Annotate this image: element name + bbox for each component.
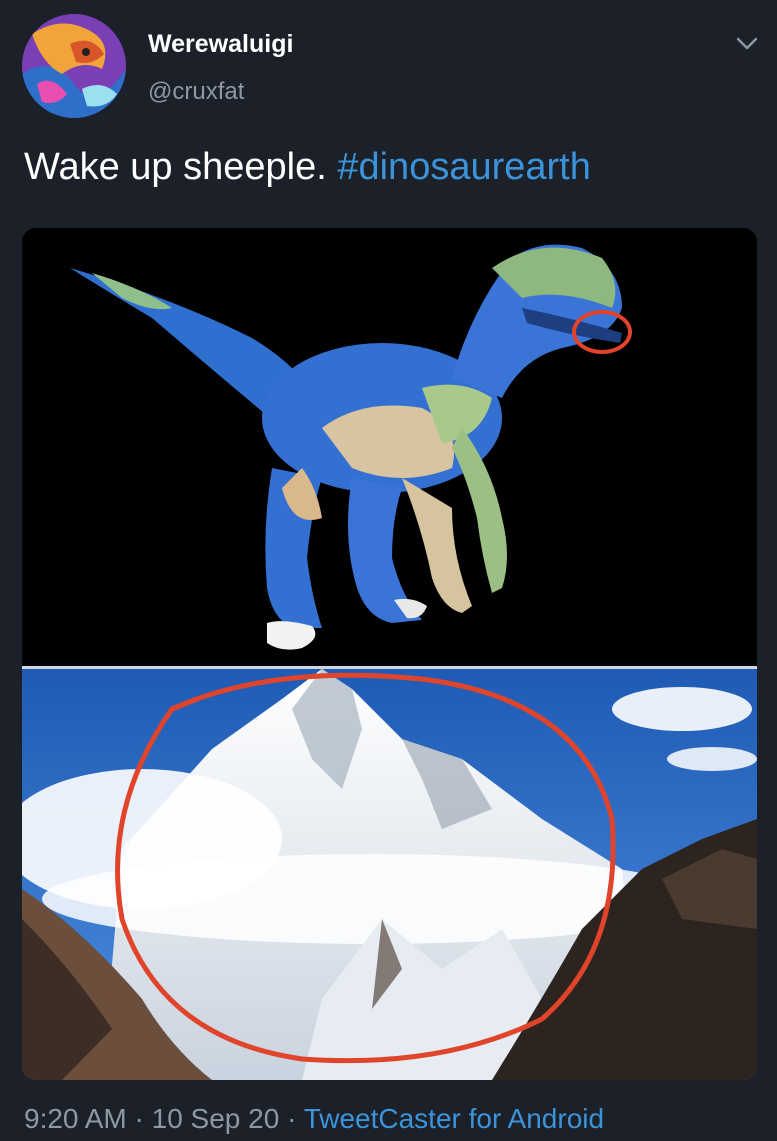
tweet-text-body: Wake up sheeple.: [24, 146, 338, 188]
meta-separator-2: ·: [279, 1103, 304, 1134]
meta-separator: ·: [126, 1103, 152, 1134]
chevron-down-icon[interactable]: [732, 28, 762, 58]
hashtag-link[interactable]: #dinosaurearth: [337, 146, 591, 188]
avatar-illustration: [22, 14, 126, 118]
tweet-media[interactable]: [22, 228, 757, 1080]
avatar[interactable]: [22, 14, 126, 118]
mountain-image: [22, 669, 757, 1080]
display-name[interactable]: Werewaluigi: [148, 30, 293, 59]
tweet-text: Wake up sheeple. #dinosaurearth: [24, 146, 591, 189]
tweet-date: 10 Sep 20: [151, 1103, 280, 1134]
tweet-header: Werewaluigi @cruxfat: [22, 14, 762, 124]
tweet-time: 9:20 AM: [24, 1103, 127, 1134]
tweet-source-link[interactable]: TweetCaster for Android: [304, 1103, 604, 1134]
dinosaur-earth-image: [22, 228, 757, 666]
tweet-meta: 9:20 AM · 10 Sep 20 · TweetCaster for An…: [24, 1103, 604, 1135]
user-handle[interactable]: @cruxfat: [148, 78, 244, 106]
